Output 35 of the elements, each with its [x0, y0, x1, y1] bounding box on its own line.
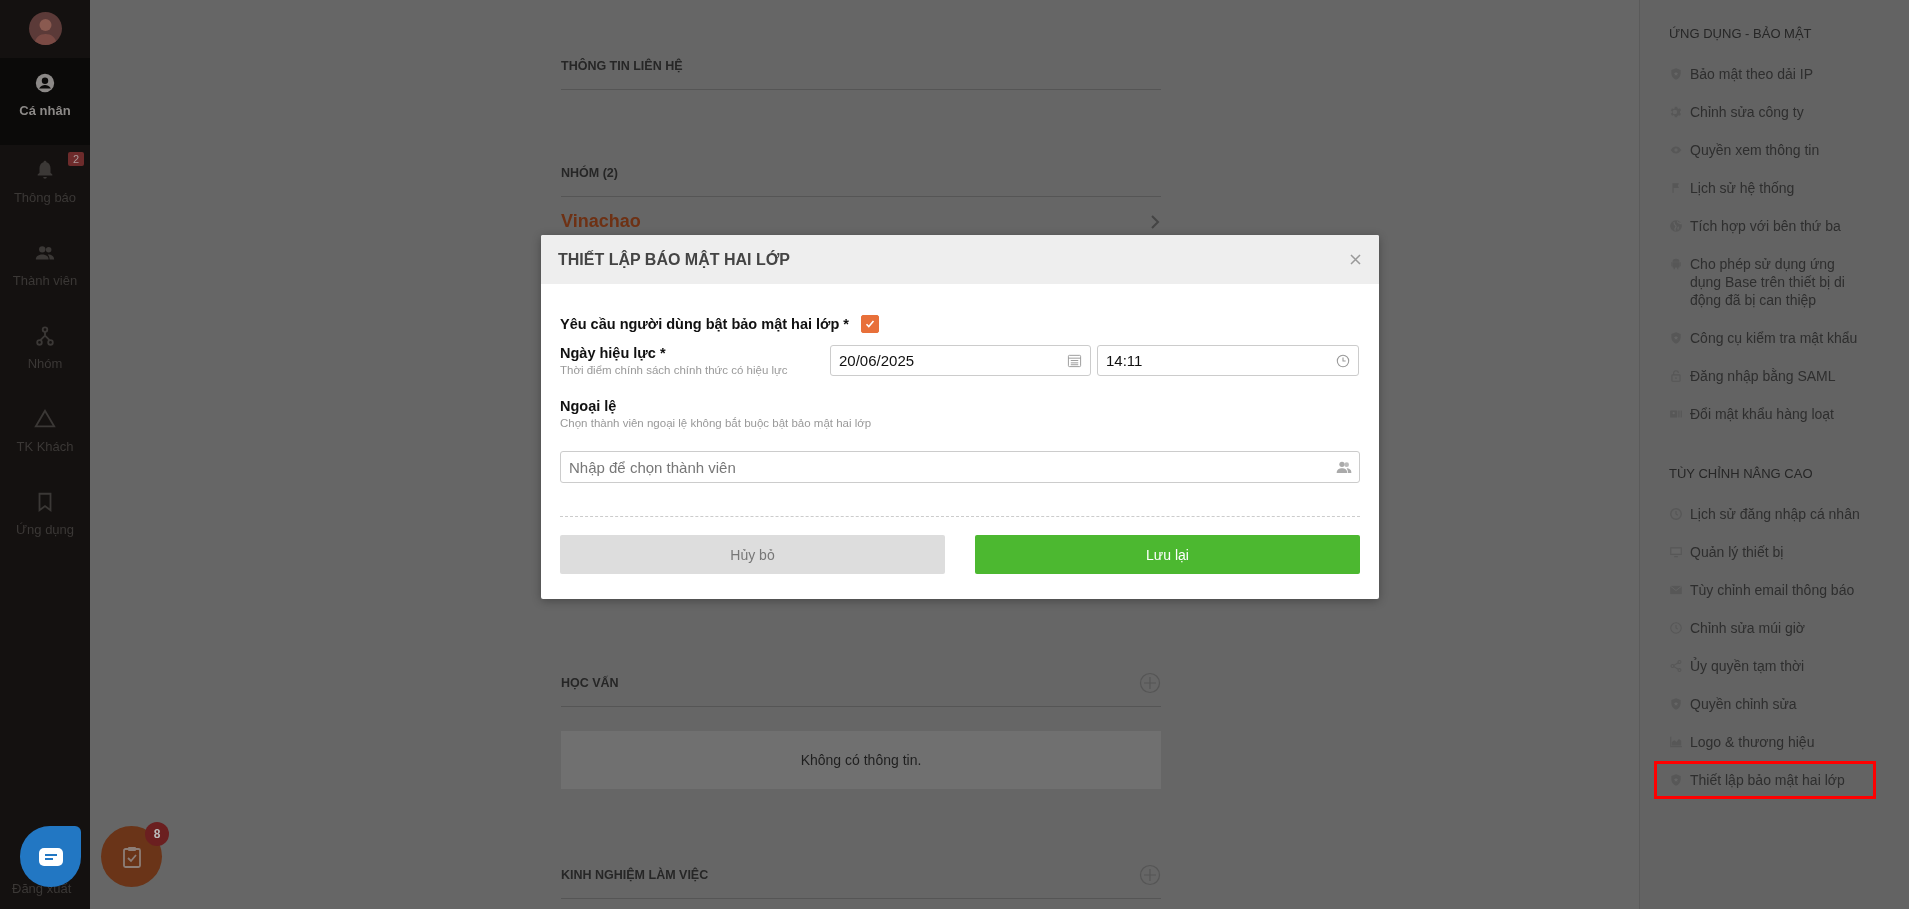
date-field[interactable]: 20/06/2025: [830, 345, 1091, 376]
avatar[interactable]: [28, 12, 62, 45]
section-title: KINH NGHIỆM LÀM VIỆC: [561, 868, 709, 882]
member-input-field[interactable]: Nhập để chọn thành viên: [560, 451, 1360, 483]
clipboard-check-icon: [121, 845, 142, 868]
time-field[interactable]: 14:11: [1097, 345, 1359, 376]
chevron-right-icon: [1149, 213, 1161, 230]
empty-message: Không có thông tin.: [561, 731, 1161, 789]
nav-item[interactable]: Cá nhân: [0, 58, 90, 145]
field-label: Ngoại lệ: [560, 398, 618, 414]
section-title: ỨNG DỤNG - BẢO MẬT: [1669, 26, 1813, 41]
field-hint: Thời điểm chính sách chính thức có hiệu lực: [560, 364, 789, 376]
clock-icon: [1336, 353, 1350, 368]
field-label: Yêu cầu người dùng bật bảo mật hai lớp *: [560, 316, 849, 332]
cancel-button[interactable]: Hủy bỏ: [560, 535, 945, 574]
field-hint: Chọn thành viên ngoại lệ không bắt buộc bật bảo mật hai lớp: [560, 417, 873, 429]
triangle-icon: [34, 408, 56, 430]
calendar-icon: [1067, 353, 1082, 368]
check-icon: [864, 319, 875, 329]
checkbox[interactable]: [860, 315, 879, 333]
group-name[interactable]: Vinachao: [561, 211, 641, 232]
message-icon: [38, 847, 63, 866]
people-icon: [1336, 460, 1352, 474]
section-title: THÔNG TIN LIÊN HỆ: [561, 59, 683, 73]
close-icon: [1350, 254, 1361, 265]
person-icon: [34, 72, 56, 94]
save-button[interactable]: Lưu lại: [975, 535, 1360, 574]
count-badge: 2: [68, 152, 85, 166]
section-title: NHÓM (2): [561, 166, 618, 180]
section-title: TÙY CHỈNH NÂNG CAO: [1669, 466, 1814, 481]
dialog-title: THIẾT LẬP BÁO MẬT HAI LỚP: [558, 250, 790, 269]
close-button[interactable]: [1350, 254, 1361, 265]
hierarchy-icon: [34, 325, 56, 347]
section-title: HỌC VẤN: [561, 676, 619, 690]
field-label: Ngày hiệu lực *: [560, 345, 667, 361]
